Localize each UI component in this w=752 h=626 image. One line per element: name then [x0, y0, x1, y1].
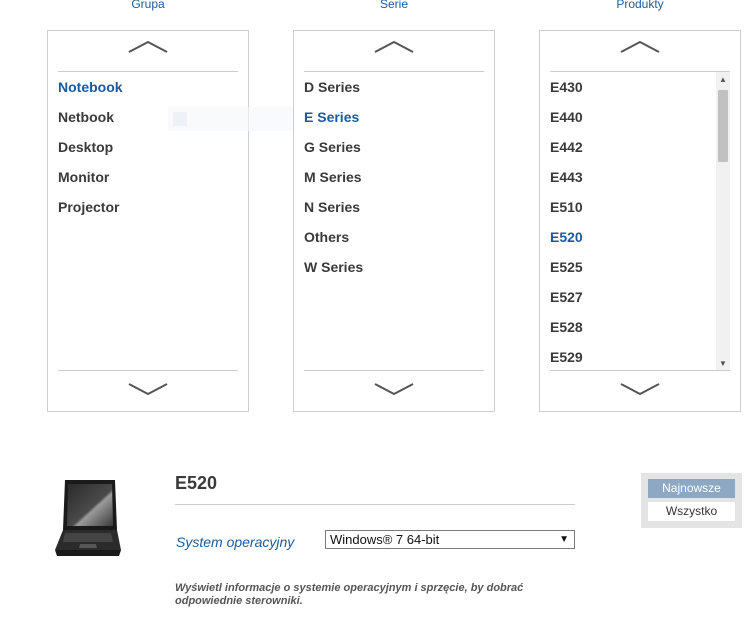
- product-title: E520: [175, 473, 218, 493]
- products-panel: E430 E440 E442 E443 E510 E520 E525 E527 E528 E529…: [539, 30, 741, 412]
- group-list-item[interactable]: Monitor: [58, 162, 238, 192]
- scrollbar-down-arrow-icon[interactable]: ▼: [716, 356, 730, 370]
- os-dropdown-value: Windows® 7 64-bit: [330, 532, 440, 547]
- products-list-item[interactable]: E510: [550, 192, 730, 222]
- products-scrollbar[interactable]: ▲ ▼: [716, 72, 730, 370]
- products-list-item[interactable]: E440: [550, 102, 730, 132]
- products-scroll-up-button[interactable]: [540, 40, 740, 60]
- group-list-item[interactable]: Projector: [58, 192, 238, 222]
- series-scroll-up-button[interactable]: [294, 40, 494, 60]
- group-list-item[interactable]: Desktop: [58, 132, 238, 162]
- products-list-item[interactable]: E529: [550, 342, 730, 370]
- series-column-title: Serie: [379, 0, 408, 11]
- series-scroll-down-button[interactable]: [294, 382, 494, 402]
- products-list-item[interactable]: E527: [550, 282, 730, 312]
- group-column-title: Grupa: [131, 0, 165, 11]
- chevron-down-icon: [374, 383, 414, 396]
- products-list: E430 E440 E442 E443 E510 E520 E525 E527 E528 E529…: [550, 72, 730, 370]
- products-column-title: Produkty: [616, 0, 664, 11]
- series-list: D Series E Series G Series M Series N Series…: [304, 72, 484, 370]
- group-scroll-up-button[interactable]: [48, 40, 248, 60]
- scrollbar-up-arrow-icon[interactable]: ▲: [716, 72, 730, 86]
- series-list-item[interactable]: M Series: [304, 162, 484, 192]
- products-list-item[interactable]: E528: [550, 312, 730, 342]
- products-bottom-divider: [550, 370, 730, 371]
- products-list-item[interactable]: E443: [550, 162, 730, 192]
- ghost-tooltip-icon: [173, 112, 187, 126]
- tab-newest[interactable]: Najnowsze: [648, 479, 735, 498]
- group-scroll-down-button[interactable]: [48, 382, 248, 402]
- laptop-icon: [55, 480, 121, 556]
- scrollbar-thumb[interactable]: [718, 90, 728, 162]
- os-dropdown[interactable]: Windows® 7 64-bit ▼: [325, 530, 575, 549]
- products-scroll-down-button[interactable]: [540, 382, 740, 402]
- download-filter-tabs: Najnowsze Wszystko: [641, 473, 742, 528]
- group-panel: Notebook Netbook Desktop Monitor Projector: [47, 30, 249, 412]
- tab-all[interactable]: Wszystko: [648, 502, 735, 521]
- products-list-item[interactable]: E520: [550, 222, 730, 252]
- chevron-up-icon: [374, 40, 414, 53]
- chevron-up-icon: [620, 40, 660, 53]
- os-label: System operacyjny: [176, 534, 295, 550]
- series-list-item[interactable]: N Series: [304, 192, 484, 222]
- dropdown-caret-icon: ▼: [559, 534, 569, 545]
- chevron-down-icon: [128, 383, 168, 396]
- group-list-item[interactable]: Notebook: [58, 72, 238, 102]
- series-panel: D Series E Series G Series M Series N Series…: [293, 30, 495, 412]
- series-list-item[interactable]: Others: [304, 222, 484, 252]
- products-list-item[interactable]: E525: [550, 252, 730, 282]
- laptop-image: [55, 478, 121, 562]
- products-list-item[interactable]: E430: [550, 72, 730, 102]
- series-bottom-divider: [304, 370, 484, 371]
- chevron-up-icon: [128, 40, 168, 53]
- info-text: Wyświetl informacje o systemie operacyjn…: [175, 582, 524, 607]
- series-list-item[interactable]: W Series: [304, 252, 484, 282]
- series-list-item[interactable]: D Series: [304, 72, 484, 102]
- series-list-item[interactable]: G Series: [304, 132, 484, 162]
- products-list-item[interactable]: E442: [550, 132, 730, 162]
- group-bottom-divider: [58, 370, 238, 371]
- chevron-down-icon: [620, 383, 660, 396]
- series-list-item[interactable]: E Series: [304, 102, 484, 132]
- product-title-divider: [175, 504, 575, 505]
